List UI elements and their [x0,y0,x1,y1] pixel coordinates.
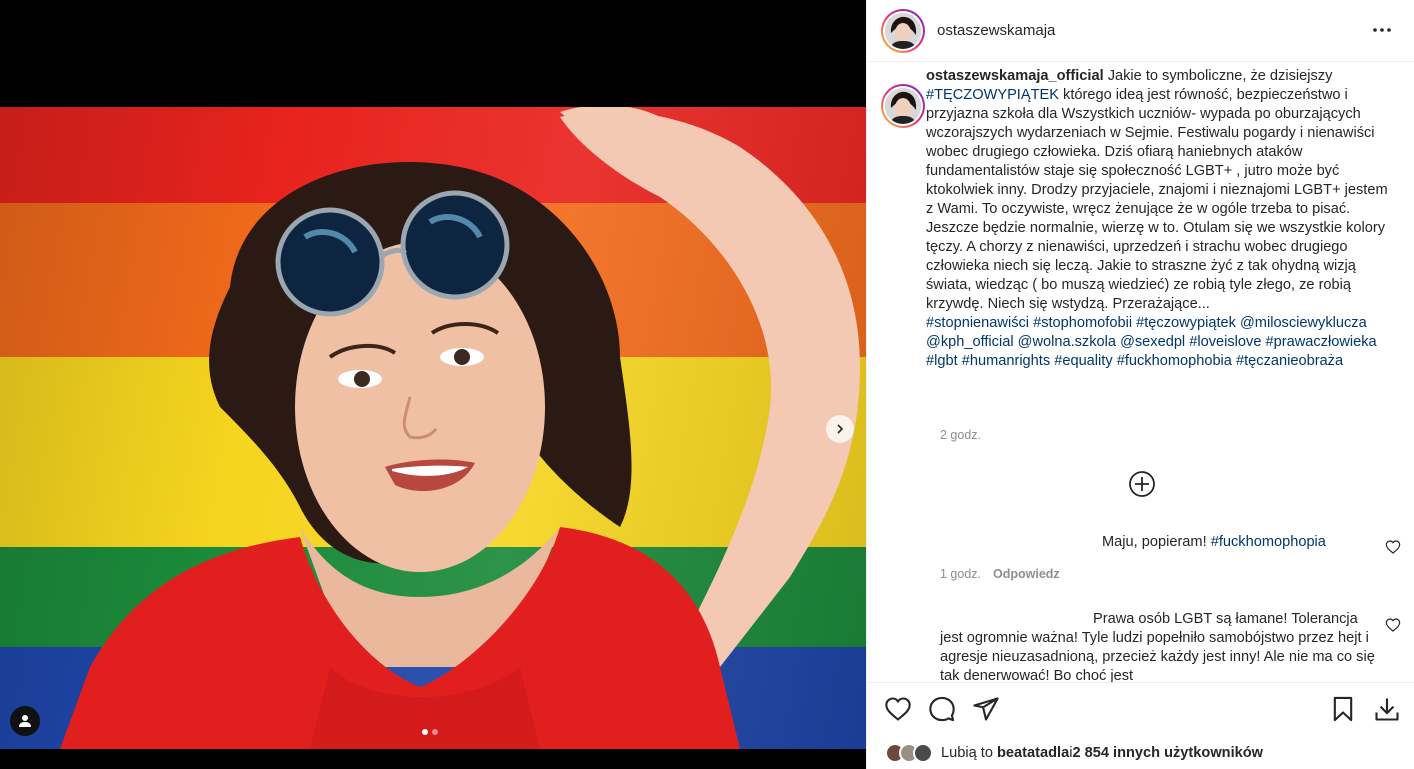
post-actions: Lubią to beatatadla i 2 854 innych użytk… [867,682,1414,769]
caption-tag[interactable]: @milosciewyklucza [1240,315,1367,331]
download-icon [1375,698,1399,721]
post-photo[interactable] [0,107,866,749]
comment-body: Prawa osób LGBT są łamane! Tolerancja je… [940,611,1375,682]
caption-tag[interactable]: #tęczowypiątek [1136,315,1236,331]
caption-tag[interactable]: @wolna.szkola [1018,334,1116,350]
caption-tag[interactable]: #humanrights [962,353,1050,369]
download-button[interactable] [1371,693,1403,725]
caption-text: ostaszewskamaja_official Jakie to symbol… [926,67,1396,371]
caption-author-avatar[interactable] [881,84,925,128]
caption-tag[interactable]: #loveislove [1189,334,1261,350]
comment-body: Maju, popieram! [1102,534,1211,550]
liker-avatar [913,743,933,763]
ellipsis-icon [1373,28,1391,32]
load-more-comments-button[interactable] [1127,469,1157,499]
chevron-right-icon [837,424,844,434]
post-details-panel: ostaszewskamaja ostaszewskamaja_official… [866,0,1414,769]
comment-button[interactable] [926,693,958,725]
comments-section[interactable]: ostaszewskamaja_official Jakie to symbol… [867,62,1414,682]
caption-tag[interactable]: #equality [1054,353,1112,369]
post-caption [881,84,925,128]
caption-hashtag[interactable]: #TĘCZOWYPIĄTEK [926,87,1059,103]
caption-tag[interactable]: #stopnienawiści [926,315,1029,331]
caption-tag[interactable]: #fuckhomophobia [1117,353,1232,369]
caption-time: 2 godz. [940,428,982,442]
bookmark-icon [1333,696,1353,722]
heart-outline-icon[interactable] [1385,617,1401,633]
likes-others-link[interactable]: 2 854 innych użytkowników [1072,745,1263,761]
post-header: ostaszewskamaja [867,0,1414,62]
comment-text: Maju, popieram! #fuckhomophopia [940,533,1380,552]
user-icon [19,715,31,727]
speech-bubble-icon [929,696,955,722]
paper-plane-icon [973,697,999,721]
caption-username[interactable]: ostaszewskamaja_official [926,68,1104,84]
plus-circle-icon [1129,471,1155,497]
liker-avatars[interactable] [885,743,933,763]
caption-tag[interactable]: #lgbt [926,353,958,369]
likes-prefix: Lubią to [941,745,993,761]
caption-text-part: Jakie to symboliczne, że dzisiejszy [1103,68,1333,84]
comment-time: 1 godz. [940,567,982,581]
caption-tag[interactable]: @sexedpl [1120,334,1185,350]
more-options-button[interactable] [1370,18,1394,42]
post-media [0,0,866,769]
carousel-indicator [422,729,438,735]
reply-button[interactable]: Odpowiedz [993,567,1060,581]
carousel-dot [432,729,438,735]
comment-hashtag[interactable]: #fuckhomophopia [1211,534,1326,550]
likes-first-user[interactable]: beatatadla [997,745,1069,761]
woman-portrait [60,107,860,749]
like-button[interactable] [882,693,914,725]
share-button[interactable] [970,693,1002,725]
save-button[interactable] [1327,693,1359,725]
likes-summary: Lubią to beatatadla i 2 854 innych użytk… [885,743,1263,763]
caption-text-part: którego ideą jest równość, bezpieczeństw… [926,87,1388,312]
caption-tag[interactable]: @kph_official [926,334,1014,350]
comment-meta: 1 godz. Odpowiedz [940,567,1060,581]
carousel-dot-active [422,729,428,735]
caption-tag[interactable]: #tęczanieobraża [1236,353,1343,369]
next-media-button[interactable] [826,415,854,443]
caption-tag[interactable]: #stophomofobii [1033,315,1132,331]
heart-outline-icon[interactable] [1385,539,1401,555]
heart-icon [885,697,911,721]
author-username[interactable]: ostaszewskamaja [937,22,1055,39]
caption-tag[interactable]: #prawaczłowieka [1266,334,1377,350]
comment-text: Prawa osób LGBT są łamane! Tolerancja je… [940,610,1380,682]
tagged-users-button[interactable] [10,706,40,736]
instagram-post-modal: ostaszewskamaja ostaszewskamaja_official… [0,0,1414,769]
author-avatar[interactable] [881,8,925,53]
